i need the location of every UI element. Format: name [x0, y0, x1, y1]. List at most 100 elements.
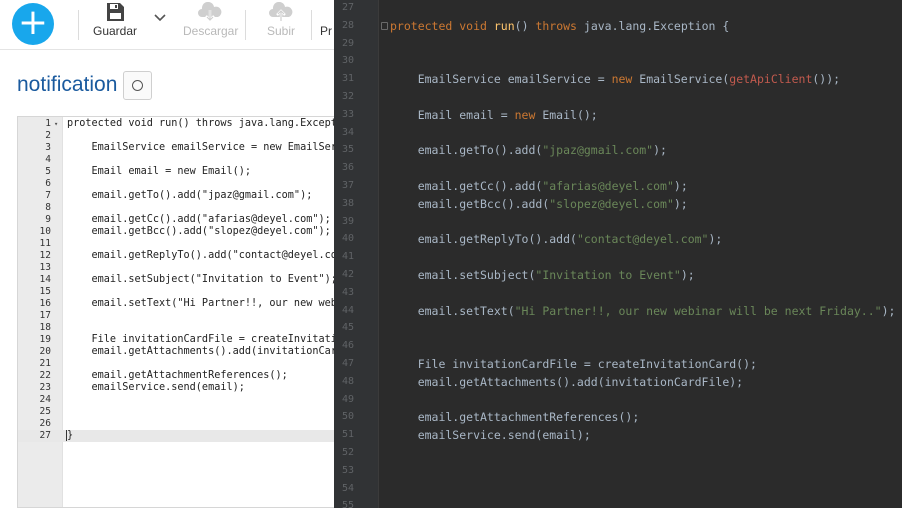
toolbar-divider — [245, 10, 246, 40]
editor-line: 2 — [18, 130, 334, 142]
code-token: "slopez@deyel.com" — [549, 196, 674, 211]
ide-line-number: 55 — [341, 500, 354, 508]
ide-line-number: 49 — [341, 393, 354, 405]
ide-line-number: 38 — [341, 197, 354, 209]
code-token: ); — [673, 196, 688, 211]
ide-line: 47 File invitationCardFile = createInvit… — [334, 355, 902, 373]
ide-code-text: email.getBcc().add("slopez@deyel.com"); — [390, 195, 688, 213]
code-token: "jpaz@gmail.com" — [542, 143, 654, 158]
ide-line: 31 EmailService emailService = new Email… — [334, 70, 902, 88]
upload-button[interactable]: Subir — [264, 2, 298, 38]
ide-code-text: email.setSubject("Invitation to Event"); — [390, 266, 695, 284]
ide-line-number: 52 — [341, 447, 354, 458]
ide-line-number: 54 — [341, 482, 354, 494]
editor-code-text: emailService.send(email); — [67, 382, 245, 393]
ide-line-number: 45 — [341, 322, 354, 334]
code-token: email.setSubject( — [390, 268, 536, 282]
editor-code-text: email.getAttachments().add(invitationCar… — [91, 346, 334, 357]
ide-line: 38 email.getBcc().add("slopez@deyel.com"… — [334, 195, 902, 213]
ide-line: 54 — [334, 480, 902, 498]
code-token: java.lang.Exception { — [583, 18, 730, 33]
code-token: EmailService emailService = — [390, 72, 612, 87]
code-token: "Invitation to Event" — [535, 268, 681, 282]
download-button[interactable]: Descargar — [183, 2, 239, 38]
ide-line-number: 31 — [341, 73, 354, 85]
code-token: "afarias@deyel.com" — [542, 179, 674, 193]
ide-line: 51 emailService.send(email); — [334, 426, 902, 444]
editor-line: 6 — [18, 178, 334, 190]
ide-line: 36 — [334, 159, 902, 177]
ide-line: 45 — [334, 319, 902, 337]
ide-line-number: 30 — [341, 55, 354, 67]
editor-line-number: 13 — [39, 262, 51, 273]
ide-line-number: 47 — [341, 358, 354, 369]
page-title: notification — [17, 73, 118, 96]
editor-line-number: 16 — [39, 298, 51, 309]
save-label: Guardar — [93, 24, 138, 38]
ide-line: 35 email.getTo().add("jpaz@gmail.com"); — [334, 141, 902, 159]
ide-code-text: email.getAttachmentReferences(); — [390, 408, 640, 426]
editor-line-number: 4 — [45, 154, 51, 165]
editor-line: 14 email.setSubject("Invitation to Event… — [18, 274, 334, 286]
ide-line: 46 — [334, 337, 902, 355]
cloud-download-icon — [198, 2, 222, 22]
editor-line: 26 — [18, 418, 334, 430]
editor-line-number: 7 — [45, 190, 51, 201]
download-label: Descargar — [183, 24, 239, 38]
code-token: email.getAttachmentReferences(); — [390, 410, 640, 425]
code-token: protected — [390, 18, 460, 33]
editor-code-text: email.getCc().add("afarias@deyel.com"); — [67, 214, 331, 225]
editor-line-number: 27 — [39, 430, 51, 441]
editor-code-text: Email email = new Email(); — [67, 166, 252, 177]
code-token: email.setText( — [390, 303, 515, 318]
editor-line-number: 10 — [39, 226, 51, 237]
ide-line-number: 27 — [341, 2, 354, 13]
editor-line-number: 12 — [39, 250, 51, 261]
ide-line: 34 — [334, 124, 902, 142]
ide-line: 29 — [334, 35, 902, 53]
editor-line-number: 17 — [39, 310, 51, 321]
editor-line: 9 email.getCc().add("afarias@deyel.com")… — [18, 214, 334, 226]
chevron-down-icon[interactable] — [154, 10, 166, 28]
ide-line-number: 53 — [341, 464, 354, 476]
ide-line-number: 42 — [341, 269, 354, 280]
code-token: email.getTo().add( — [390, 143, 543, 158]
ide-line: 49 — [334, 391, 902, 409]
editor-line: 17 — [18, 310, 334, 322]
editor-line-number: 18 — [39, 322, 51, 333]
editor-line: 21 — [18, 358, 334, 370]
add-button[interactable]: + — [12, 3, 54, 45]
editor-line: 24 — [18, 394, 334, 406]
status-button[interactable] — [123, 71, 152, 100]
editor-code-text: } — [66, 430, 74, 441]
fold-marker-icon[interactable] — [381, 21, 388, 30]
ide-code-view[interactable]: 27 28 protected void run() throws java.lan… — [334, 0, 902, 508]
editor-line-number: 9 — [45, 214, 51, 225]
ide-line: 43 — [334, 284, 902, 302]
ide-line: 55 — [334, 497, 902, 508]
editor-line: 8 — [18, 202, 334, 214]
fold-arrow-icon[interactable]: ▾ — [54, 118, 58, 130]
ide-line: 52 — [334, 444, 902, 462]
code-token: ); — [708, 232, 723, 247]
save-button[interactable]: Guardar — [93, 2, 137, 38]
editor-line-number: 2 — [45, 130, 51, 141]
code-token: Email(); — [542, 107, 598, 122]
ide-line: 27 — [334, 0, 902, 17]
cloud-upload-icon — [269, 2, 293, 21]
editor-line: 22 email.getAttachmentReferences(); — [18, 370, 334, 382]
ide-line: 41 — [334, 248, 902, 266]
editor-code-text: email.getReplyTo().add("contact@deyel.co… — [67, 250, 334, 261]
code-editor[interactable]: 1 ▾ protected void run() throws java.lang.… — [17, 116, 334, 508]
code-token: emailService.send(email); — [390, 428, 591, 443]
ide-line-number: 51 — [341, 429, 354, 441]
editor-code-text: EmailService emailService = new EmailSer… — [91, 142, 334, 153]
code-token: ); — [680, 268, 695, 282]
ide-line-number: 36 — [341, 162, 354, 174]
ide-line-number: 37 — [341, 180, 354, 191]
editor-line-number: 11 — [39, 238, 51, 249]
code-token: run — [493, 18, 515, 33]
toolbar-button-partial[interactable]: Pr — [320, 22, 334, 38]
ide-line: 32 — [334, 88, 902, 106]
editor-line: 1 ▾ protected void run() throws java.lang.… — [18, 118, 334, 130]
